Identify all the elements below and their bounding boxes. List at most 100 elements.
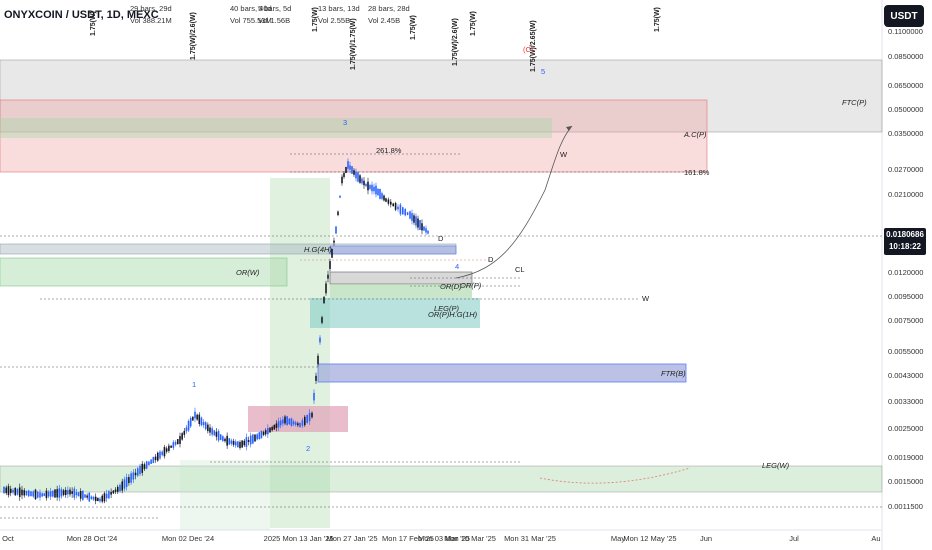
candle-body xyxy=(286,416,288,426)
candle-body xyxy=(45,490,48,499)
candle-body xyxy=(207,424,209,432)
candle-body xyxy=(200,417,203,426)
candle-body xyxy=(228,438,231,445)
price-tick: 0.0270000 xyxy=(888,165,924,174)
candle-body xyxy=(234,441,237,446)
candle-body xyxy=(179,436,181,444)
candle-body xyxy=(243,440,246,446)
wave-2-label: 2 xyxy=(306,444,311,453)
candle-body xyxy=(219,434,222,440)
candle-body xyxy=(54,489,56,498)
bar-countdown: 10:18:22 xyxy=(888,242,922,251)
candle-body xyxy=(71,491,73,494)
candle-body xyxy=(224,438,226,442)
candle-body xyxy=(213,430,216,436)
candle-body xyxy=(32,491,35,497)
candle-body xyxy=(116,486,119,492)
candle-body xyxy=(339,195,341,198)
price-tick: 0.0019000 xyxy=(888,453,924,462)
candle-body xyxy=(134,472,137,476)
price-chart[interactable] xyxy=(0,0,932,550)
candle-body xyxy=(9,488,12,494)
ftc-zone-label: FTC(P) xyxy=(842,98,867,107)
candle-body xyxy=(125,477,128,487)
candle-body xyxy=(282,419,284,424)
candle-body xyxy=(417,218,419,228)
candle-body xyxy=(58,488,61,498)
wave-c-label: (C) xyxy=(523,45,534,54)
cl-label: CL xyxy=(515,265,525,274)
candle-body xyxy=(88,492,91,502)
candle-body xyxy=(399,204,402,215)
candle-body xyxy=(79,491,82,499)
candle-body xyxy=(168,445,170,451)
candle-body xyxy=(82,490,84,500)
candle-body xyxy=(60,489,63,497)
candle-body xyxy=(404,209,406,216)
candle-body xyxy=(377,188,379,196)
candle-body xyxy=(353,170,355,175)
candle-body xyxy=(34,489,37,500)
candle-body xyxy=(349,165,351,170)
candle-body xyxy=(56,489,58,498)
candle-body xyxy=(239,442,241,448)
current-price-value: 0.0180686 xyxy=(886,230,924,239)
candle-body xyxy=(187,420,190,431)
wave-1-label: 1 xyxy=(192,380,197,389)
candle-body xyxy=(43,493,46,496)
fib-vertical-label: 1.75(W)/1.75(W) xyxy=(350,18,357,70)
fib-vertical-label: 1.75(W) xyxy=(410,15,417,40)
candle-body xyxy=(427,230,429,234)
candle-body xyxy=(108,491,110,499)
candle-body xyxy=(262,431,265,435)
candle-body xyxy=(252,434,254,444)
candle-body xyxy=(25,491,28,496)
candle-body xyxy=(148,461,150,466)
candle-body xyxy=(226,435,228,446)
wave-3-label: 3 xyxy=(343,118,348,127)
candle-body xyxy=(351,166,353,174)
price-tick: 0.0650000 xyxy=(888,81,924,90)
candle-body xyxy=(313,392,315,401)
currency-button[interactable]: USDT xyxy=(884,5,924,27)
candle-body xyxy=(284,416,286,424)
candle-body xyxy=(163,447,166,457)
candle-body xyxy=(369,185,371,189)
candle-body xyxy=(421,223,423,231)
candle-body xyxy=(41,493,43,497)
candle-body xyxy=(361,178,363,184)
candle-body xyxy=(232,440,235,445)
candle-body xyxy=(12,489,14,493)
leg-w-zone-label: LEG(W) xyxy=(762,461,790,470)
candle-body xyxy=(174,441,177,445)
time-tick: Oct xyxy=(2,534,14,543)
candle-body xyxy=(185,427,188,432)
candle-body xyxy=(172,442,175,448)
candles-group xyxy=(3,158,429,505)
candle-body xyxy=(249,435,252,445)
candle-body xyxy=(14,487,17,496)
candle-body xyxy=(258,432,261,440)
candle-body xyxy=(154,456,157,461)
leg-w-zone xyxy=(0,465,883,493)
price-tick: 0.0120000 xyxy=(888,268,924,277)
hg-zone-blue xyxy=(329,245,457,255)
candle-body xyxy=(112,490,115,494)
candle-body xyxy=(5,487,8,494)
candle-body xyxy=(209,427,211,433)
fib-vertical-label: 1.75(W) xyxy=(312,7,319,32)
candle-body xyxy=(119,484,121,492)
ftr-zone-label: FTR(B) xyxy=(661,369,686,378)
candle-body xyxy=(36,491,39,498)
candle-body xyxy=(18,487,21,497)
candle-body xyxy=(321,317,323,323)
candle-body xyxy=(183,430,186,435)
price-tick: 0.0043000 xyxy=(888,371,924,380)
candle-body xyxy=(39,492,41,498)
stats-vol: Vol 2.45B xyxy=(368,16,401,25)
candle-body xyxy=(73,488,76,498)
stats-vol: Vol 1.56B xyxy=(258,16,291,25)
candle-body xyxy=(245,437,248,447)
candle-body xyxy=(204,422,207,430)
candle-body xyxy=(84,494,86,498)
